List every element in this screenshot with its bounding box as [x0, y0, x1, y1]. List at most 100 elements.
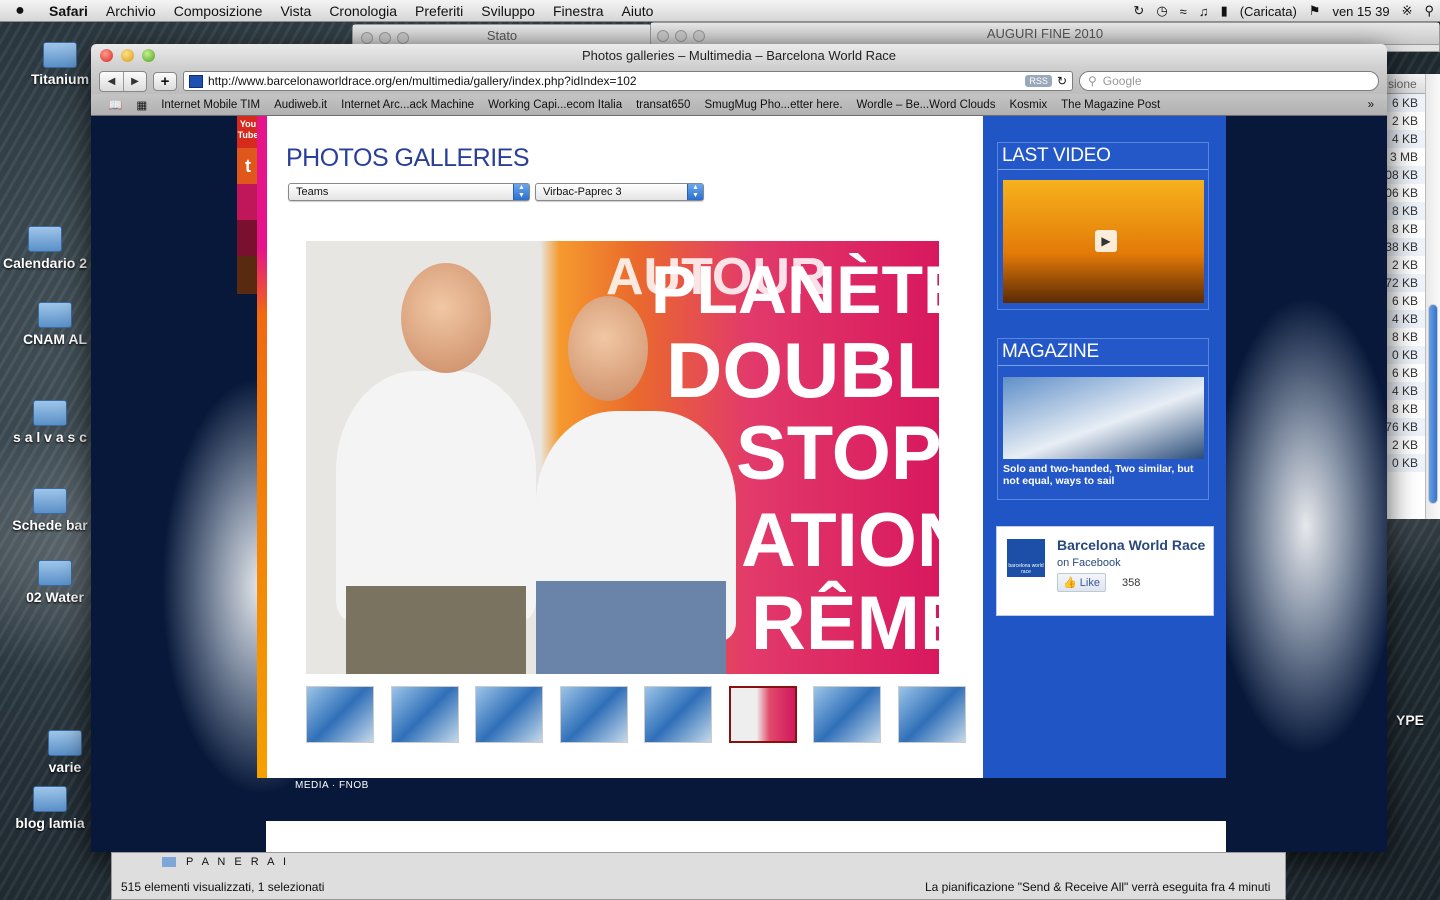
close-button[interactable]: [100, 49, 113, 62]
sponsors-strip: [266, 821, 1226, 852]
page-title: PHOTOS GALLERIES: [286, 144, 530, 172]
spotlight-icon[interactable]: ⚲: [1418, 3, 1440, 19]
social-link[interactable]: [237, 220, 259, 256]
menu-cronologia[interactable]: Cronologia: [320, 3, 406, 19]
main-gallery-photo[interactable]: AUTOUR PLANÈTE DOUBLE STOP ATION RÊME: [306, 241, 939, 674]
url-text[interactable]: http://www.barcelonaworldrace.org/en/mul…: [208, 74, 1020, 88]
rss-button[interactable]: RSS: [1025, 75, 1052, 87]
bookmark-item[interactable]: Kosmix: [1002, 99, 1054, 111]
window-title: Stato: [486, 28, 518, 43]
desktop-right-label: YPE: [1395, 712, 1424, 728]
menu-extras: ↻ ◷ ≈ ♫ ▮ (Caricata) ⚑ ven 15 39 ※ ⚲: [1127, 0, 1440, 22]
window-titlebar: AUGURI FINE 2010: [651, 23, 1439, 45]
photo-text: STOP: [736, 411, 939, 496]
forward-button[interactable]: ▶: [123, 71, 146, 91]
magazine-image[interactable]: [1003, 377, 1204, 459]
play-icon[interactable]: ▶: [1095, 230, 1117, 252]
footer-links[interactable]: MEDIA · FNOB: [295, 780, 369, 791]
jeans: [536, 581, 726, 674]
youtube-icon[interactable]: You Tube: [237, 116, 259, 148]
bookmark-item[interactable]: transat650: [629, 99, 697, 111]
address-bar[interactable]: http://www.barcelonaworldrace.org/en/mul…: [183, 71, 1073, 91]
bookmark-item[interactable]: SmugMug Pho...etter here.: [697, 99, 849, 111]
gallery-thumbnail[interactable]: [728, 686, 797, 743]
battery-icon[interactable]: ▮: [1215, 3, 1234, 19]
battery-status[interactable]: (Caricata): [1234, 4, 1303, 19]
folder-icon: [38, 302, 72, 328]
add-bookmark-button[interactable]: +: [153, 71, 177, 91]
volume-icon[interactable]: ♫: [1193, 4, 1215, 19]
search-field[interactable]: ⚲ Google: [1079, 71, 1379, 91]
trousers: [346, 586, 526, 674]
menu-composizione[interactable]: Composizione: [165, 3, 272, 19]
desktop-icon-label: 02 Water: [26, 589, 84, 605]
gallery-thumbnail[interactable]: [644, 686, 712, 743]
facebook-page-link[interactable]: Barcelona World Race on Facebook: [1057, 537, 1207, 571]
menu-app-safari[interactable]: Safari: [40, 3, 97, 19]
magazine-caption[interactable]: Solo and two-handed, Two similar, but no…: [1003, 463, 1207, 487]
sync-icon[interactable]: ↻: [1127, 3, 1150, 19]
gallery-thumbnail[interactable]: [390, 686, 459, 743]
bookmark-item[interactable]: Audiweb.it: [267, 99, 334, 111]
twitter-icon[interactable]: t: [237, 148, 259, 184]
select-arrows-icon: ▲ ▼: [687, 184, 703, 200]
folder-icon: [48, 730, 82, 756]
social-link[interactable]: [237, 256, 259, 294]
minimize-button[interactable]: [121, 49, 134, 62]
folder-icon: [33, 488, 67, 514]
youtube-label: Tube: [237, 130, 259, 140]
barcelona-world-race-logo[interactable]: barcelona world race: [1007, 539, 1045, 577]
top-sites-icon[interactable]: ▦: [129, 98, 154, 112]
desktop-icon-calendario[interactable]: Calendario 2: [0, 226, 95, 271]
menu-vista[interactable]: Vista: [271, 3, 320, 19]
desktop-icon-schede[interactable]: Schede bar: [0, 488, 100, 533]
finder-item-panerai[interactable]: P A N E R A I: [162, 856, 289, 868]
menu-preferiti[interactable]: Preferiti: [406, 3, 472, 19]
social-link[interactable]: [237, 184, 259, 220]
flag-icon[interactable]: ⚑: [1303, 3, 1327, 19]
bookmarks-overflow-icon[interactable]: »: [1361, 99, 1381, 111]
nav-buttons: ◀ ▶: [99, 70, 147, 92]
desktop-icon-salvasc[interactable]: s a l v a s c: [0, 400, 100, 445]
category-select[interactable]: Teams ▲ ▼: [288, 183, 530, 201]
scroll-thumb[interactable]: [1428, 304, 1438, 504]
zoom-button[interactable]: [142, 49, 155, 62]
gallery-thumbnail[interactable]: [559, 686, 628, 743]
video-thumbnail[interactable]: ▶: [1003, 180, 1204, 303]
person-left-head: [401, 263, 491, 373]
desktop-icon-blog[interactable]: blog lamia: [0, 786, 100, 831]
bookmark-item[interactable]: Internet Mobile TIM: [154, 99, 267, 111]
gallery-thumbnail[interactable]: [306, 686, 374, 743]
facebook-like-button[interactable]: 👍 Like: [1057, 573, 1106, 592]
window-controls: [100, 49, 155, 62]
back-button[interactable]: ◀: [100, 72, 123, 91]
bluetooth-icon[interactable]: ※: [1396, 3, 1419, 19]
reload-icon[interactable]: ↻: [1057, 74, 1067, 88]
folder-icon: [33, 400, 67, 426]
desktop-icon-cnam[interactable]: CNAM AL: [5, 302, 105, 347]
bookmark-item[interactable]: The Magazine Post: [1054, 99, 1167, 111]
wifi-icon[interactable]: ≈: [1174, 4, 1193, 19]
photo-text: RÊME: [751, 581, 939, 666]
gallery-thumbnail[interactable]: [475, 686, 543, 743]
bookmark-item[interactable]: Working Capi...ecom Italia: [481, 99, 629, 111]
desktop-icon-label: Schede bar: [12, 517, 88, 533]
scrollbar[interactable]: [1425, 74, 1440, 519]
team-select[interactable]: Virbac-Paprec 3 ▲ ▼: [535, 183, 704, 201]
menu-aiuto[interactable]: Aiuto: [613, 3, 663, 19]
bookmark-item[interactable]: Wordle – Be...Word Clouds: [850, 99, 1003, 111]
menu-archivio[interactable]: Archivio: [97, 3, 165, 19]
apple-menu-icon[interactable]: ●: [0, 2, 40, 20]
bookmark-item[interactable]: Internet Arc...ack Machine: [334, 99, 481, 111]
desktop-icon-water[interactable]: 02 Water: [5, 560, 105, 605]
menu-sviluppo[interactable]: Sviluppo: [472, 3, 544, 19]
menu-clock[interactable]: ven 15 39: [1326, 4, 1395, 19]
mail-schedule-status: La pianificazione "Send & Receive All" v…: [925, 880, 1271, 894]
photo-text: ATION: [741, 498, 939, 583]
folder-icon: [38, 560, 72, 586]
gallery-thumbnail[interactable]: [813, 686, 881, 743]
reading-list-icon[interactable]: 📖: [101, 98, 129, 112]
time-machine-icon[interactable]: ◷: [1150, 3, 1173, 19]
gallery-thumbnail[interactable]: [897, 686, 966, 743]
menu-finestra[interactable]: Finestra: [544, 3, 613, 19]
